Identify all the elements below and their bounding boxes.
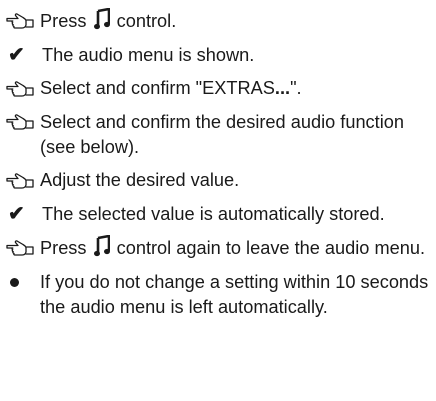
step-select-extras: Select and confirm "EXTRAS...". <box>6 76 436 101</box>
step-text: The selected value is automatically stor… <box>42 203 385 224</box>
step-text: If you do not change a setting within 10… <box>40 271 429 317</box>
bullet-icon-wrapper <box>6 270 40 295</box>
checkmark-icon: ✔ <box>8 202 25 225</box>
pointing-hand-icon <box>6 8 40 33</box>
step-leave-menu: Press control again to leave the audio m… <box>6 235 436 261</box>
step-result-menu-shown: ✔ The audio menu is shown. <box>6 43 436 68</box>
bullet-icon <box>10 277 19 287</box>
instruction-list: Press control. ✔ The audio menu is shown… <box>0 0 436 401</box>
step-note-timeout: If you do not change a setting within 10… <box>6 270 436 320</box>
step-text: Press control. <box>40 8 436 34</box>
music-note-icon <box>93 8 110 30</box>
step-text: Select and confirm "EXTRAS...". <box>40 78 302 98</box>
pointing-hand-icon <box>6 168 40 193</box>
step-adjust-value: Adjust the desired value. <box>6 168 436 193</box>
step-text: The audio menu is shown. <box>42 44 255 65</box>
step-text: Adjust the desired value. <box>40 170 240 190</box>
checkmark-icon: ✔ <box>8 43 25 66</box>
pointing-hand-icon <box>6 110 40 135</box>
step-result-value-stored: ✔ The selected value is automatically st… <box>6 202 436 227</box>
step-press-control: Press control. <box>6 8 436 34</box>
pointing-hand-icon <box>6 235 40 260</box>
step-text: Press control again to leave the audio m… <box>40 235 436 261</box>
music-note-icon <box>93 235 110 257</box>
pointing-hand-icon <box>6 76 40 101</box>
step-select-function: Select and confirm the desired audio fun… <box>6 110 436 160</box>
step-text: Select and confirm the desired audio fun… <box>40 111 404 157</box>
